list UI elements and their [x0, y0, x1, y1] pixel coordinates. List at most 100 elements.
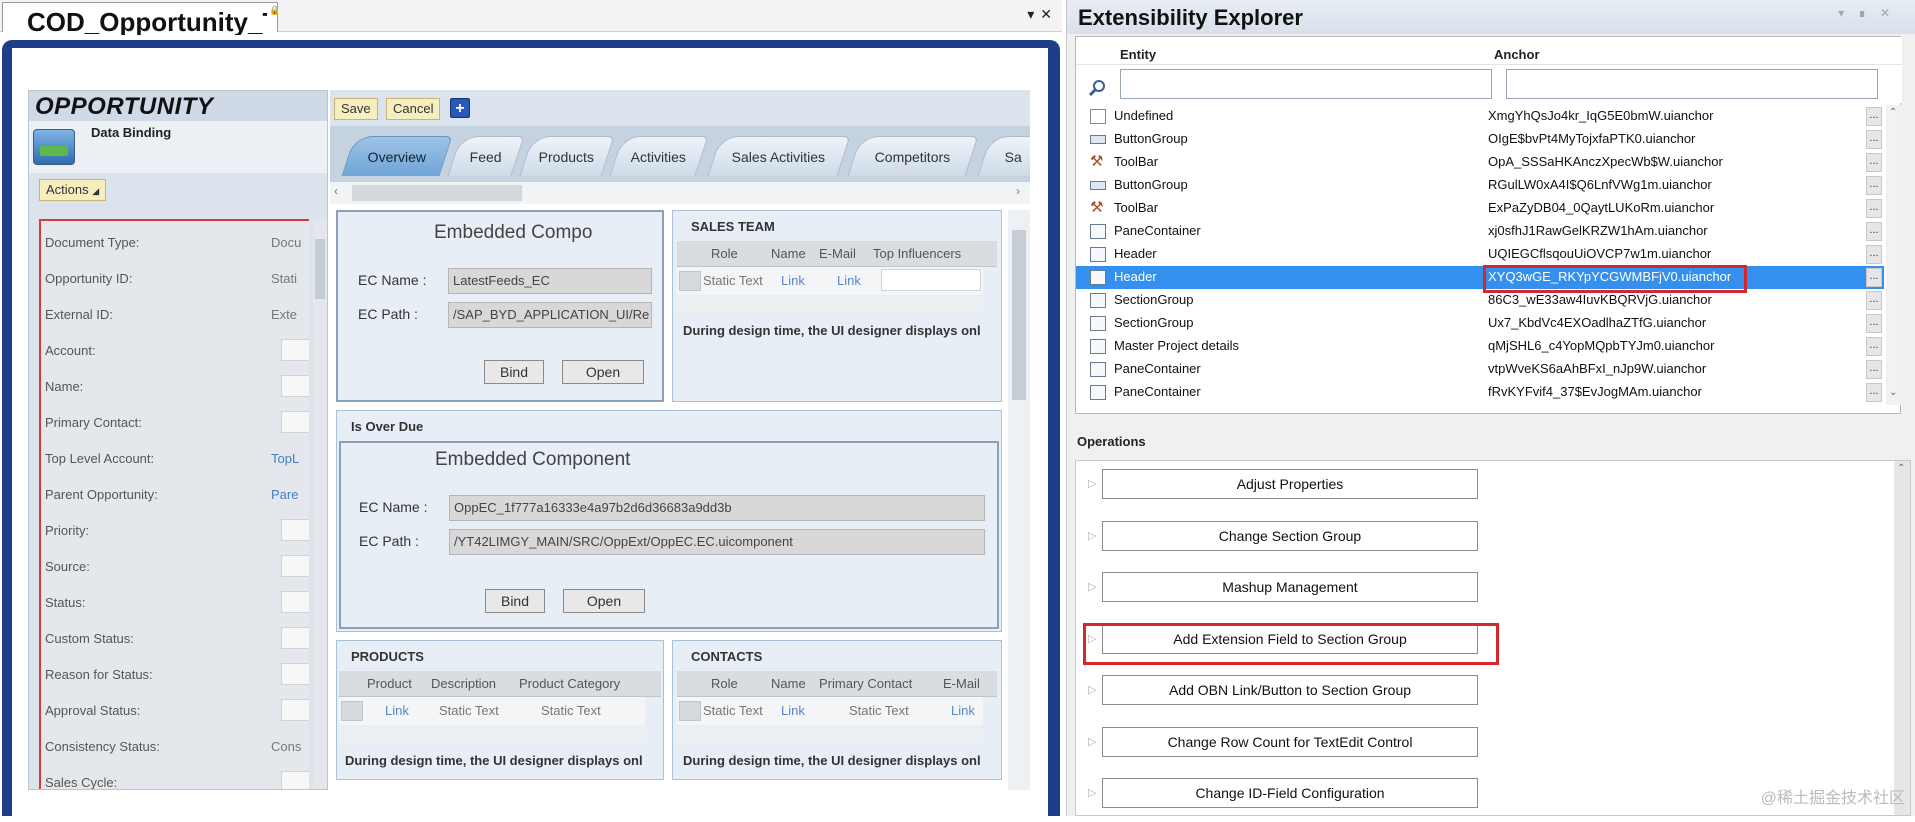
field-input[interactable] [281, 627, 309, 649]
anchor-row[interactable]: PaneContainer vtpWveKS6aAhBFxI_nJp9W.uian… [1076, 358, 1884, 381]
ec-path-field[interactable]: /YT42LIMGY_MAIN/SRC/OppExt/OppEC.EC.uico… [449, 529, 985, 555]
more-button[interactable]: ... [1866, 199, 1882, 218]
field-input[interactable] [281, 339, 309, 361]
anchor-grid-vscrollbar[interactable]: ⌃ ⌄ [1886, 105, 1902, 405]
field-link[interactable]: Pare [271, 487, 303, 502]
table-row[interactable]: Link Static Text Static Text [339, 697, 645, 725]
column-header[interactable]: Role [711, 676, 738, 691]
expand-arrow-icon[interactable]: ▷ [1088, 477, 1096, 490]
chevron-up-icon[interactable]: ⌃ [1889, 107, 1897, 118]
column-header[interactable]: Primary Contact [819, 676, 912, 691]
close-icon[interactable]: ✕ [1040, 6, 1058, 22]
operations-vscrollbar[interactable]: ⌃ [1894, 461, 1910, 815]
column-header[interactable]: Top Influencers [873, 246, 961, 261]
column-header[interactable]: Product [367, 676, 412, 691]
more-button[interactable]: ... [1866, 176, 1882, 195]
table-row[interactable]: Static Text Link Static Text Link [677, 697, 983, 725]
more-button[interactable]: ... [1866, 268, 1882, 287]
pin-icon[interactable]: ∎ [1858, 6, 1880, 20]
chevron-up-icon[interactable]: ⌃ [1897, 463, 1905, 474]
expand-arrow-icon[interactable]: ▷ [1088, 529, 1096, 542]
column-header[interactable]: Description [431, 676, 496, 691]
close-icon[interactable]: ✕ [1880, 6, 1904, 20]
anchor-row[interactable]: SectionGroup 86C3_wE33aw4IuvKBQRVjG.uianc… [1076, 289, 1884, 312]
tab-activities[interactable]: Activities [609, 136, 709, 176]
anchor-column-header[interactable]: Anchor [1494, 47, 1540, 62]
table-cell-link[interactable]: Link [781, 703, 805, 718]
actions-button[interactable]: Actions ◢ [39, 179, 107, 201]
bind-button[interactable]: Bind [485, 589, 545, 613]
more-button[interactable]: ... [1866, 130, 1882, 149]
scroll-thumb[interactable] [1012, 230, 1026, 400]
field-input[interactable] [281, 699, 309, 721]
expand-arrow-icon[interactable]: ▷ [1088, 735, 1096, 748]
scroll-thumb[interactable] [352, 185, 522, 201]
scroll-thumb[interactable] [315, 239, 325, 299]
anchor-row[interactable]: ButtonGroup OIgE$bvPt4MyTojxfaPTK0.uianch… [1076, 128, 1884, 151]
field-input[interactable] [281, 591, 309, 613]
expand-arrow-icon[interactable]: ▷ [1088, 786, 1096, 799]
add-button[interactable]: + [450, 98, 470, 118]
tab-scrollbar[interactable]: ‹ › [330, 182, 1030, 204]
document-tab[interactable]: COD_Opportunity_TI 🔒 [2, 2, 280, 35]
chevron-left-icon[interactable]: ‹ [334, 184, 338, 198]
row-selector[interactable] [341, 701, 363, 721]
ec-name-field[interactable]: LatestFeeds_EC [448, 268, 652, 294]
more-button[interactable]: ... [1866, 337, 1882, 356]
table-input[interactable] [881, 269, 981, 291]
more-button[interactable]: ... [1866, 153, 1882, 172]
column-header[interactable]: Role [711, 246, 738, 261]
entity-column-header[interactable]: Entity [1120, 47, 1156, 62]
column-header[interactable]: Name [771, 676, 806, 691]
tab-products[interactable]: Products [519, 136, 615, 176]
operation-button[interactable]: Add OBN Link/Button to Section Group [1102, 675, 1478, 705]
row-selector[interactable] [679, 701, 701, 721]
field-link[interactable]: TopL [271, 451, 303, 466]
dropdown-arrow-icon[interactable]: ▾ [1027, 6, 1040, 22]
anchor-row[interactable]: Header XYQ3wGE_RKYpYCGWMBFjV0.uianchor... [1076, 266, 1884, 289]
anchor-row[interactable]: Header UQIEGCflsqouUiOVCP7w1m.uianchor... [1076, 243, 1884, 266]
form-vscrollbar[interactable] [1008, 210, 1030, 790]
chevron-down-icon[interactable]: ⌄ [1889, 387, 1897, 398]
cancel-button[interactable]: Cancel [386, 98, 441, 120]
table-cell-link[interactable]: Link [951, 703, 975, 718]
anchor-row[interactable]: PaneContainer fRvKYFvif4_37$EvJogMAm.uian… [1076, 381, 1884, 404]
table-cell-link[interactable]: Link [781, 273, 805, 288]
anchor-row[interactable]: PaneContainer xj0sfhJ1RawGelKRZW1hAm.uian… [1076, 220, 1884, 243]
tab-sa[interactable]: Sa [977, 136, 1030, 176]
field-input[interactable] [281, 411, 309, 433]
row-selector[interactable] [679, 271, 701, 291]
anchor-filter-input[interactable] [1506, 69, 1878, 99]
field-input[interactable] [281, 375, 309, 397]
tab-sales-activities[interactable]: Sales Activities [707, 136, 851, 176]
field-input[interactable] [281, 555, 309, 577]
chevron-right-icon[interactable]: › [1016, 184, 1020, 198]
grid-hscrollbar[interactable] [677, 297, 983, 313]
more-button[interactable]: ... [1866, 360, 1882, 379]
column-header[interactable]: Product Category [519, 676, 620, 691]
table-cell-link[interactable]: Link [837, 273, 861, 288]
anchor-row[interactable]: SectionGroup Ux7_KbdVc4EXOadlhaZTfG.uianc… [1076, 312, 1884, 335]
anchor-row[interactable]: ButtonGroup RGulLW0xA4I$Q6LnfVWg1m.uianch… [1076, 174, 1884, 197]
open-button[interactable]: Open [563, 589, 645, 613]
bind-button[interactable]: Bind [484, 360, 544, 384]
operation-button[interactable]: Mashup Management [1102, 572, 1478, 602]
field-list-scrollbar[interactable] [313, 219, 327, 789]
operation-button[interactable]: Adjust Properties [1102, 469, 1478, 499]
more-button[interactable]: ... [1866, 245, 1882, 264]
expand-arrow-icon[interactable]: ▷ [1088, 683, 1096, 696]
dropdown-arrow-icon[interactable]: ▾ [1838, 6, 1858, 20]
field-input[interactable] [281, 771, 309, 789]
column-header[interactable]: E-Mail [819, 246, 856, 261]
operation-button[interactable]: Change Row Count for TextEdit Control [1102, 726, 1478, 757]
operation-button[interactable]: Change ID-Field Configuration [1102, 778, 1478, 808]
more-button[interactable]: ... [1866, 383, 1882, 402]
grid-hscrollbar[interactable] [339, 727, 645, 743]
table-row[interactable]: Static Text Link Link [677, 267, 983, 295]
more-button[interactable]: ... [1866, 222, 1882, 241]
ec-path-field[interactable]: /SAP_BYD_APPLICATION_UI/Re [448, 302, 652, 328]
expand-arrow-icon[interactable]: ▷ [1088, 580, 1096, 593]
ec-name-field[interactable]: OppEC_1f777a16333e4a97b2d6d36683a9dd3b [449, 495, 985, 521]
tab-overview[interactable]: Overview [341, 136, 453, 176]
search-icon[interactable] [1088, 79, 1106, 97]
